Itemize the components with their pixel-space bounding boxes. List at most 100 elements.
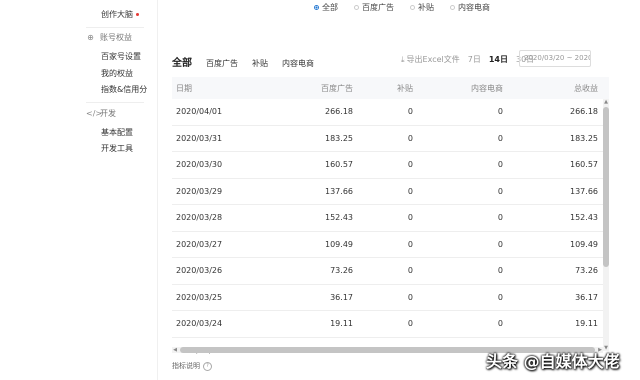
range-7-days[interactable]: 7日 xyxy=(468,54,481,65)
cell-total: 19.11 xyxy=(575,319,598,329)
scroll-left-arrow-icon[interactable]: ◀ xyxy=(172,347,178,353)
sidebar-group-develop[interactable]: </> 开发 xyxy=(86,108,116,119)
tab-baidu-ads[interactable]: 百度广告 xyxy=(206,58,238,69)
sidebar-group-label: 账号权益 xyxy=(100,33,132,42)
table-row: 2020/03/31 183.25 0 0 183.25 xyxy=(172,126,609,152)
tab-content-ecommerce[interactable]: 内容电商 xyxy=(282,58,314,69)
cell-content-ecommerce: 0 xyxy=(497,133,503,143)
export-excel-button[interactable]: ⤓ 导出Excel文件 xyxy=(401,54,460,65)
sidebar-item-label: 创作大脑 xyxy=(101,10,133,19)
table-row: 2020/04/01 266.18 0 0 266.18 xyxy=(172,99,609,126)
export-label: 导出Excel文件 xyxy=(406,55,460,64)
metric-description-label: 指标说明 xyxy=(172,362,200,370)
cell-baidu-ads: 73.26 xyxy=(330,266,353,276)
cell-total: 183.25 xyxy=(570,133,598,143)
cell-subsidy: 0 xyxy=(407,239,413,249)
range-14-days[interactable]: 14日 xyxy=(489,54,508,65)
table-row: 2020/03/27 109.49 0 0 109.49 xyxy=(172,232,609,258)
vertical-scrollbar[interactable]: ▲ ▼ xyxy=(603,99,609,351)
sidebar-item-dev-tools[interactable]: 开发工具 xyxy=(101,143,133,154)
radio-subsidy[interactable]: 补贴 xyxy=(410,2,434,13)
sidebar-divider xyxy=(86,27,144,28)
sidebar-group-account-rights[interactable]: ⊕ 账号权益 xyxy=(86,32,132,43)
radio-label: 百度广告 xyxy=(362,3,394,12)
cell-total: 160.57 xyxy=(570,160,598,170)
watermark: 头条 @自媒体大佬 xyxy=(486,352,620,371)
cell-subsidy: 0 xyxy=(407,213,413,223)
cell-subsidy: 0 xyxy=(407,266,413,276)
cell-date: 2020/03/30 xyxy=(176,160,223,170)
cell-total: 266.18 xyxy=(570,107,598,117)
cell-subsidy: 0 xyxy=(407,107,413,117)
cell-date: 2020/03/24 xyxy=(176,319,223,329)
sidebar-item-baijiahao-settings[interactable]: 百家号设置 xyxy=(101,51,141,62)
cell-total: 152.43 xyxy=(570,213,598,223)
column-header-total: 总收益 xyxy=(574,83,598,93)
code-icon: </> xyxy=(86,109,103,118)
table-row: 2020/03/28 152.43 0 0 152.43 xyxy=(172,205,609,232)
vertical-scroll-thumb[interactable] xyxy=(603,107,609,267)
cell-content-ecommerce: 0 xyxy=(497,186,503,196)
radio-label: 内容电商 xyxy=(458,3,490,12)
sidebar-item-basic-config[interactable]: 基本配置 xyxy=(101,127,133,138)
table-toolbar: ⤓ 导出Excel文件 7日 14日 30日 xyxy=(401,54,534,65)
tab-subsidy[interactable]: 补贴 xyxy=(252,58,268,69)
cell-subsidy: 0 xyxy=(407,319,413,329)
cell-subsidy: 0 xyxy=(407,186,413,196)
sidebar-item-index-credit[interactable]: 指数&信用分 xyxy=(101,84,147,95)
cell-baidu-ads: 19.11 xyxy=(330,319,353,329)
cell-date: 2020/03/31 xyxy=(176,133,223,143)
plus-circle-icon: ⊕ xyxy=(87,33,94,42)
cell-date: 2020/03/29 xyxy=(176,186,223,196)
table-row: 2020/03/29 137.66 0 0 137.66 xyxy=(172,179,609,205)
sidebar-item-creative-brain[interactable]: 创作大脑 xyxy=(101,9,139,20)
table-body: 2020/04/01 266.18 0 0 266.18 2020/03/31 183.25… xyxy=(172,99,609,354)
cell-baidu-ads: 137.66 xyxy=(325,186,353,196)
cell-content-ecommerce: 0 xyxy=(497,292,503,302)
sidebar: 创作大脑 ⊕ 账号权益 百家号设置 我的权益 指数&信用分 </> 开发 基本配… xyxy=(0,0,158,380)
cell-date: 2020/03/28 xyxy=(176,213,223,223)
column-header-date: 日期 xyxy=(176,83,192,93)
radio-baidu-ads[interactable]: 百度广告 xyxy=(354,2,394,13)
radio-all[interactable]: 全部 xyxy=(314,2,338,13)
cell-content-ecommerce: 0 xyxy=(497,160,503,170)
column-header-subsidy: 补贴 xyxy=(397,83,413,93)
cell-baidu-ads: 152.43 xyxy=(325,213,353,223)
sidebar-item-my-rights[interactable]: 我的权益 xyxy=(101,68,133,79)
cell-date: 2020/03/27 xyxy=(176,239,223,249)
cell-content-ecommerce: 0 xyxy=(497,266,503,276)
table-row: 2020/03/24 19.11 0 0 19.11 xyxy=(172,311,609,338)
date-range-picker[interactable]: 2020/03/20 ~ 2020/04/02 xyxy=(519,50,591,67)
question-circle-icon: ? xyxy=(203,361,212,371)
metric-description-link[interactable]: 指标说明 ? xyxy=(172,361,212,371)
sidebar-divider xyxy=(86,102,144,103)
table-row: 2020/03/26 73.26 0 0 73.26 xyxy=(172,258,609,285)
cell-content-ecommerce: 0 xyxy=(497,213,503,223)
download-icon: ⤓ xyxy=(401,54,405,64)
cell-total: 36.17 xyxy=(575,292,598,302)
cell-subsidy: 0 xyxy=(407,160,413,170)
radio-label: 全部 xyxy=(322,3,338,12)
column-header-content-ecommerce: 内容电商 xyxy=(471,83,503,93)
table-row: 2020/03/30 160.57 0 0 160.57 xyxy=(172,152,609,179)
scroll-up-arrow-icon[interactable]: ▲ xyxy=(603,99,609,105)
cell-baidu-ads: 183.25 xyxy=(325,133,353,143)
table-row: 2020/03/25 36.17 0 0 36.17 xyxy=(172,285,609,311)
cell-baidu-ads: 266.18 xyxy=(325,107,353,117)
tab-all[interactable]: 全部 xyxy=(172,54,192,69)
cell-content-ecommerce: 0 xyxy=(497,239,503,249)
cell-date: 2020/04/01 xyxy=(176,107,223,117)
cell-total: 137.66 xyxy=(570,186,598,196)
cell-total: 73.26 xyxy=(575,266,598,276)
sidebar-group-label: 开发 xyxy=(100,109,116,118)
notification-dot xyxy=(136,13,139,16)
cell-subsidy: 0 xyxy=(407,292,413,302)
radio-content-ecommerce[interactable]: 内容电商 xyxy=(450,2,490,13)
cell-total: 109.49 xyxy=(570,239,598,249)
income-tabs: 全部 百度广告 补贴 内容电商 xyxy=(172,54,314,69)
cell-date: 2020/03/26 xyxy=(176,266,223,276)
cell-baidu-ads: 36.17 xyxy=(330,292,353,302)
radio-indicator xyxy=(314,5,319,10)
radio-indicator xyxy=(354,5,359,10)
radio-indicator xyxy=(450,5,455,10)
